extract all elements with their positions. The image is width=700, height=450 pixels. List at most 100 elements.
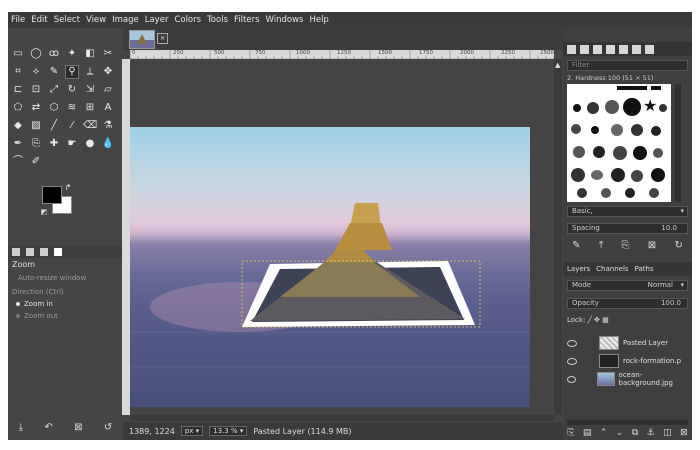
images-icon[interactable]: [54, 248, 62, 256]
layer-row[interactable]: Pasted Layer: [567, 336, 688, 350]
mask-layer-icon[interactable]: ◫: [663, 428, 672, 438]
ink-icon[interactable]: ✒: [12, 138, 24, 150]
shear-icon[interactable]: ▱: [102, 84, 114, 96]
lock-alpha-icon[interactable]: ▦: [602, 316, 609, 324]
save-options-icon[interactable]: ⤓: [19, 422, 23, 433]
zoom-in-radio[interactable]: Zoom in: [16, 300, 53, 308]
brush-item[interactable]: [631, 170, 643, 182]
gradient-icon[interactable]: ▨: [30, 120, 42, 132]
ellipse-select-icon[interactable]: ◯: [30, 48, 42, 60]
brush-item[interactable]: [653, 148, 663, 158]
horizontal-scrollbar[interactable]: [130, 415, 554, 421]
brushes-tab-icon[interactable]: [567, 44, 576, 54]
crop-icon[interactable]: ⌗: [12, 66, 24, 78]
brush-item[interactable]: [659, 104, 667, 112]
brush-star-icon[interactable]: ★: [643, 96, 657, 115]
free-select-icon[interactable]: ꝏ: [48, 48, 60, 60]
menu-windows[interactable]: Windows: [263, 15, 307, 25]
dashboard-tab-icon[interactable]: [645, 44, 654, 54]
brush-preset-select[interactable]: Basic, ▾: [567, 206, 688, 217]
eraser-icon[interactable]: ⌫: [83, 120, 97, 132]
brush-item[interactable]: [587, 102, 599, 114]
brush-item[interactable]: [613, 146, 627, 160]
zoom-out-radio[interactable]: Zoom out: [16, 312, 58, 320]
crop-tool-icon[interactable]: ⊡: [30, 84, 42, 96]
scissors-icon[interactable]: ✂: [102, 48, 114, 60]
brush-item[interactable]: [611, 124, 623, 136]
menu-filters[interactable]: Filters: [231, 15, 262, 25]
foreground-select-icon[interactable]: ◧: [84, 48, 96, 60]
brush-item[interactable]: [649, 188, 659, 198]
brush-item[interactable]: [633, 146, 647, 160]
move-icon[interactable]: ✥: [102, 66, 114, 78]
opacity-slider[interactable]: Opacity 100.0: [567, 298, 688, 309]
brush-icon[interactable]: ✐: [30, 156, 42, 168]
blur-icon[interactable]: ●: [84, 138, 96, 150]
layer-row[interactable]: rock-formation.p: [567, 354, 688, 368]
delete-options-icon[interactable]: ⊠: [74, 422, 82, 433]
fonts-tab-icon[interactable]: [593, 44, 602, 54]
image-tab-thumbnail[interactable]: [129, 30, 155, 49]
layers-scrollbar[interactable]: [567, 420, 688, 425]
brush-item[interactable]: [573, 146, 585, 158]
new-group-icon[interactable]: ▤: [583, 428, 592, 438]
unit-dropdown[interactable]: px ▾: [180, 426, 204, 436]
brush-filter-input[interactable]: Filter: [567, 60, 688, 71]
brush-item[interactable]: [605, 100, 619, 114]
scale-icon[interactable]: ⇲: [84, 84, 96, 96]
delete-brush-icon[interactable]: ⊠: [648, 240, 656, 251]
vertical-scrollbar[interactable]: ▲: [554, 59, 562, 415]
visibility-eye-icon[interactable]: [567, 375, 577, 383]
fuzzy-select-icon[interactable]: ✦: [66, 48, 78, 60]
airbrush-icon[interactable]: ⚗: [102, 120, 114, 132]
dodge-icon[interactable]: 💧: [102, 138, 114, 150]
brush-item[interactable]: [611, 168, 625, 182]
rect-select-icon[interactable]: ▭: [12, 48, 24, 60]
visibility-eye-icon[interactable]: [567, 357, 577, 365]
scroll-up-icon[interactable]: ▲: [555, 61, 561, 71]
color-picker-icon[interactable]: ✎: [48, 66, 60, 78]
warp-transform-icon[interactable]: ≋: [66, 102, 78, 114]
zoom-dropdown[interactable]: 13.3 % ▾: [209, 426, 248, 436]
lock-position-icon[interactable]: ✥: [594, 316, 600, 324]
default-colors-icon[interactable]: ◩: [38, 206, 50, 218]
delete-layer-icon[interactable]: ⊠: [680, 428, 688, 438]
brush-item[interactable]: [625, 188, 635, 198]
cage-transform-icon[interactable]: ⬡: [48, 102, 60, 114]
gradients-tab-icon[interactable]: [619, 44, 628, 54]
brush-item[interactable]: [593, 146, 605, 158]
device-status-icon[interactable]: [26, 248, 34, 256]
auto-resize-checkbox[interactable]: Auto-resize window: [18, 274, 86, 282]
layer-mode-select[interactable]: Mode Normal ▾: [567, 280, 688, 291]
channels-tab[interactable]: Channels: [596, 265, 628, 273]
document-history-tab-icon[interactable]: [606, 44, 615, 54]
measure-icon[interactable]: ⟂: [84, 66, 96, 78]
brush-item[interactable]: [651, 86, 661, 90]
new-layer-icon[interactable]: ⎘: [567, 428, 574, 438]
clone-icon[interactable]: ⎘: [30, 138, 42, 150]
brush-item[interactable]: [577, 188, 587, 198]
menu-file[interactable]: File: [8, 15, 28, 25]
mypaint-brush-icon[interactable]: ⌒: [12, 156, 24, 168]
menu-image[interactable]: Image: [109, 15, 142, 25]
perspective-icon[interactable]: ⬠: [12, 102, 24, 114]
brush-item[interactable]: [591, 170, 603, 180]
paths-tab[interactable]: Paths: [635, 265, 654, 273]
menu-edit[interactable]: Edit: [28, 15, 50, 25]
pencil-icon[interactable]: ╱: [48, 120, 60, 132]
unified-transform-icon[interactable]: ⤢: [48, 84, 60, 96]
raise-layer-icon[interactable]: ⌃: [600, 428, 608, 438]
palettes-tab-icon[interactable]: [632, 44, 641, 54]
smudge-icon[interactable]: ☛: [66, 138, 78, 150]
brush-item[interactable]: [651, 168, 665, 182]
new-brush-icon[interactable]: ⤒: [599, 240, 603, 251]
undo-history-icon[interactable]: [40, 248, 48, 256]
duplicate-layer-icon[interactable]: ⧉: [632, 428, 638, 438]
align-icon[interactable]: ⊏: [12, 84, 24, 96]
brush-item[interactable]: [623, 98, 641, 116]
swap-colors-icon[interactable]: ↱: [62, 182, 74, 194]
menu-select[interactable]: Select: [51, 15, 83, 25]
heal-icon[interactable]: ✚: [48, 138, 60, 150]
foreground-color-swatch[interactable]: [42, 186, 62, 204]
rotate-icon[interactable]: ↻: [66, 84, 78, 96]
